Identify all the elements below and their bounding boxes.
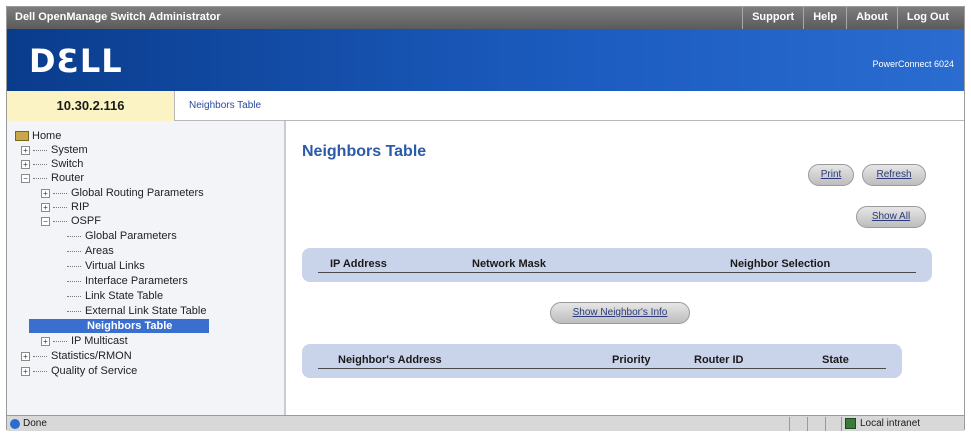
tree-system[interactable]: + System [21, 143, 88, 157]
status-bar: Done Local intranet [7, 415, 964, 431]
show-all-button[interactable]: Show All [856, 206, 926, 228]
support-link[interactable]: Support [742, 7, 803, 29]
show-neighbor-info-button[interactable]: Show Neighbor's Info [550, 302, 690, 324]
tree-external-link-state-table[interactable]: External Link State Table [67, 304, 206, 318]
tree-virtual-links[interactable]: Virtual Links [67, 259, 145, 273]
tree-line [33, 355, 47, 357]
top-bar: Dell OpenManage Switch Administrator Sup… [7, 7, 964, 29]
tree-ip-multicast[interactable]: + IP Multicast [41, 334, 128, 348]
zone-text: Local intranet [860, 418, 921, 429]
print-button[interactable]: Print [808, 164, 854, 186]
collapse-icon[interactable]: − [21, 173, 30, 183]
main-content: Neighbors Table Print Refresh Show All I… [288, 121, 964, 415]
device-model: PowerConnect 6024 [872, 59, 954, 69]
tree-line [53, 220, 67, 222]
header-rule [318, 272, 916, 273]
tree-line [33, 149, 47, 151]
tree-line [67, 265, 81, 267]
banner: DƐLL PowerConnect 6024 [7, 29, 964, 91]
tree-line [53, 206, 67, 208]
tree-line [33, 163, 47, 165]
col-state: State [822, 354, 849, 366]
collapse-icon[interactable]: − [41, 216, 50, 226]
tree-areas[interactable]: Areas [67, 244, 114, 258]
tree-line [67, 295, 81, 297]
logout-link[interactable]: Log Out [896, 7, 958, 29]
refresh-button[interactable]: Refresh [862, 164, 926, 186]
tree-quality-of-service[interactable]: + Quality of Service [21, 364, 137, 378]
tree-switch[interactable]: + Switch [21, 157, 83, 171]
device-ip: 10.30.2.116 [7, 91, 175, 121]
col-priority: Priority [612, 354, 651, 366]
expand-icon[interactable]: + [41, 336, 50, 346]
tree-rip[interactable]: + RIP [41, 200, 89, 214]
tree-ospf[interactable]: − OSPF [41, 214, 101, 228]
tree-line [33, 370, 47, 372]
expand-icon[interactable]: + [21, 351, 30, 361]
expand-icon[interactable]: + [21, 366, 30, 376]
neighbor-table-header: Neighbor's Address Priority Router ID St… [302, 344, 902, 378]
browser-window: Dell OpenManage Switch Administrator Sup… [6, 6, 965, 431]
home-icon [15, 131, 29, 141]
tree-line [67, 235, 81, 237]
status-cell [789, 417, 807, 431]
address-bar: 10.30.2.116 Neighbors Table [7, 91, 964, 121]
navigation-tree: Home + System + Switch − Router + Global… [7, 121, 286, 415]
tree-interface-parameters[interactable]: Interface Parameters [67, 274, 188, 288]
status-text: Done [23, 418, 47, 429]
tree-line [33, 177, 47, 179]
status-cell [807, 417, 825, 431]
header-rule [318, 368, 886, 369]
expand-icon[interactable]: + [21, 145, 30, 155]
tree-line [67, 280, 81, 282]
app-title: Dell OpenManage Switch Administrator [15, 11, 221, 23]
status-cell [825, 417, 841, 431]
col-ip-address: IP Address [330, 258, 387, 270]
col-neighbor-selection: Neighbor Selection [730, 258, 831, 270]
tree-line [67, 310, 81, 312]
top-links: Support Help About Log Out [742, 7, 958, 29]
tree-neighbors-table[interactable]: Neighbors Table [29, 319, 209, 333]
intranet-zone-icon [845, 418, 856, 429]
tree-link-state-table[interactable]: Link State Table [67, 289, 163, 303]
col-neighbor-address: Neighbor's Address [338, 354, 442, 366]
col-network-mask: Network Mask [472, 258, 546, 270]
tree-home[interactable]: Home [15, 129, 61, 143]
dell-logo: DƐLL [29, 42, 123, 80]
col-router-id: Router ID [694, 354, 744, 366]
ip-address-table-header: IP Address Network Mask Neighbor Selecti… [302, 248, 932, 282]
expand-icon[interactable]: + [41, 202, 50, 212]
help-link[interactable]: Help [803, 7, 846, 29]
expand-icon[interactable]: + [21, 159, 30, 169]
expand-icon[interactable]: + [41, 188, 50, 198]
tree-router[interactable]: − Router [21, 171, 84, 185]
tree-line [53, 340, 67, 342]
browser-icon [10, 419, 20, 429]
tree-line [67, 250, 81, 252]
breadcrumb: Neighbors Table [189, 100, 262, 111]
tree-line [53, 192, 67, 194]
about-link[interactable]: About [846, 7, 897, 29]
tree-global-routing[interactable]: + Global Routing Parameters [41, 186, 204, 200]
tree-statistics-rmon[interactable]: + Statistics/RMON [21, 349, 132, 363]
page-title: Neighbors Table [302, 143, 427, 160]
tree-global-parameters[interactable]: Global Parameters [67, 229, 177, 243]
